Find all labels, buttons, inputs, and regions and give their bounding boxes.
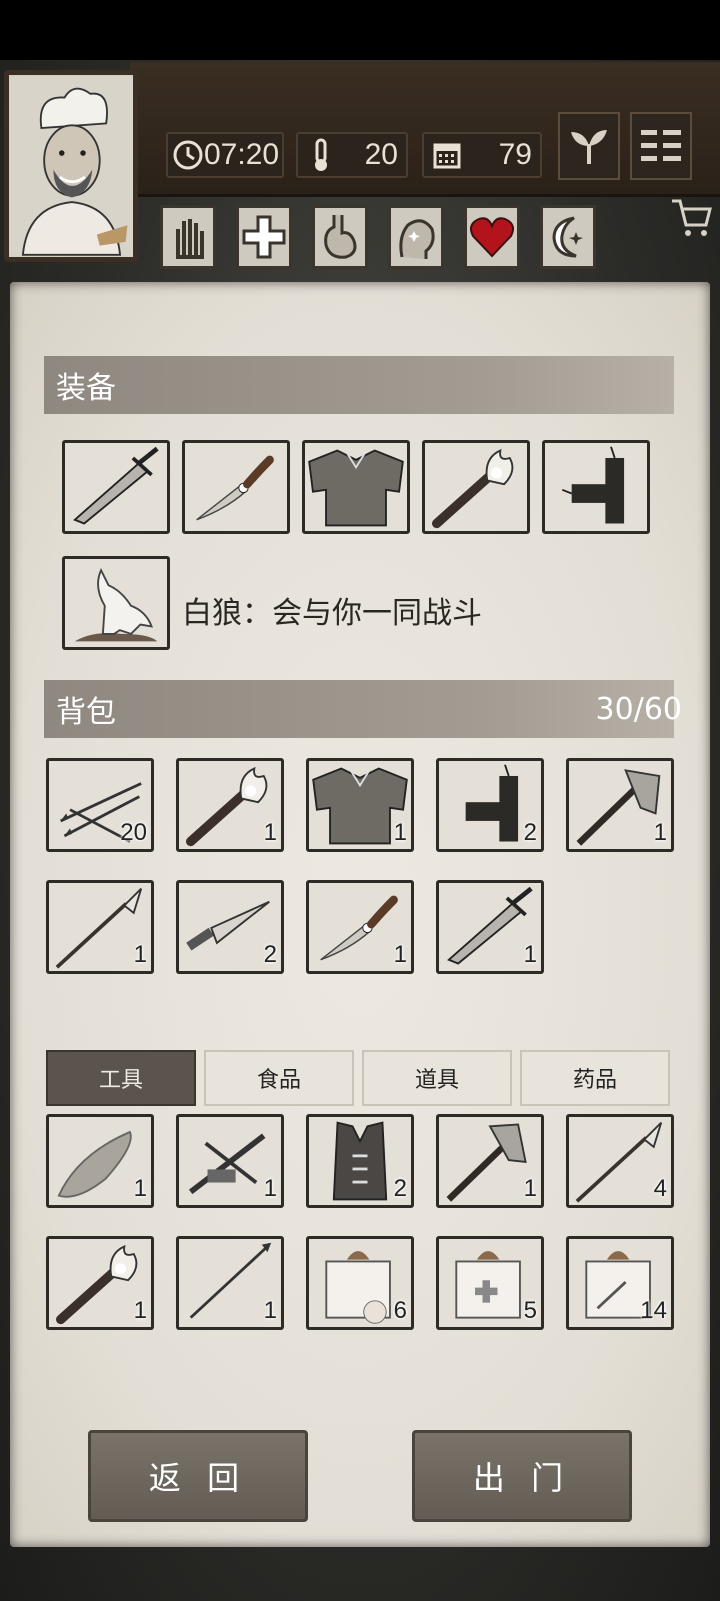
sleep-status-button[interactable] (540, 205, 596, 269)
menu-icon (641, 130, 681, 161)
chef-portrait-icon (9, 77, 133, 256)
torch-icon (432, 448, 514, 529)
moon-icon (552, 216, 583, 258)
hand-icon (176, 219, 204, 259)
item-quantity: 1 (523, 941, 537, 968)
backpack-slot-8[interactable]: 1 (306, 880, 414, 974)
hand-status-button[interactable] (160, 205, 216, 269)
shopping-cart-icon (672, 199, 712, 236)
backpack-slot-7[interactable]: 2 (176, 880, 284, 974)
storage-slot-6[interactable]: 1 (46, 1236, 154, 1330)
clock-icon (172, 136, 204, 174)
heart-icon (470, 217, 514, 258)
backpack-slot-5[interactable]: 1 (566, 758, 674, 852)
sprout-icon (571, 130, 607, 164)
time-display: 07:20 (166, 132, 284, 178)
backpack-slot-3[interactable]: 1 (306, 758, 414, 852)
tab-tools[interactable]: 工具 (46, 1050, 196, 1106)
item-quantity: 2 (523, 819, 537, 846)
item-quantity: 1 (263, 1175, 277, 1202)
backpack-capacity: 30/60 (595, 691, 682, 727)
item-quantity: 1 (263, 1297, 277, 1324)
equipment-header: 装备 (44, 356, 674, 414)
item-quantity: 5 (523, 1297, 537, 1324)
sanity-status-button[interactable] (388, 205, 444, 269)
storage-slot-1[interactable]: 1 (46, 1114, 154, 1208)
storage-slot-5[interactable]: 4 (566, 1114, 674, 1208)
backpack-slot-9[interactable]: 1 (436, 880, 544, 974)
equip-slot-light[interactable] (422, 440, 530, 534)
backpack-slot-1[interactable]: 20 (46, 758, 154, 852)
equip-slot-explosive[interactable] (542, 440, 650, 534)
item-quantity: 4 (653, 1175, 667, 1202)
storage-slot-7[interactable]: 1 (176, 1236, 284, 1330)
calendar-icon (428, 136, 466, 174)
item-quantity: 2 (393, 1175, 407, 1202)
storage-slot-4[interactable]: 1 (436, 1114, 544, 1208)
temperature-display: 20 (296, 132, 408, 178)
backpack-slot-2[interactable]: 1 (176, 758, 284, 852)
day-value: 79 (498, 138, 532, 171)
greatsword-icon (73, 446, 159, 525)
character-portrait[interactable] (4, 70, 138, 262)
backpack-header: 背包 30/60 (44, 680, 682, 738)
companion-slot[interactable] (62, 556, 170, 650)
item-quantity: 14 (640, 1297, 667, 1324)
hunger-status-button[interactable] (312, 205, 368, 269)
go-out-button[interactable]: 出 门 (412, 1430, 632, 1522)
item-quantity: 1 (523, 1175, 537, 1202)
storage-slot-10[interactable]: 14 (566, 1236, 674, 1330)
storage-slot-9[interactable]: 5 (436, 1236, 544, 1330)
item-quantity: 1 (393, 819, 407, 846)
temperature-value: 20 (364, 138, 398, 171)
item-quantity: 20 (120, 819, 147, 846)
menu-button[interactable] (630, 112, 692, 180)
companion-description: 白狼：会与你一同战斗 (182, 596, 482, 631)
day-display: 79 (422, 132, 542, 178)
heart-status-button[interactable] (464, 205, 520, 269)
item-quantity: 1 (393, 941, 407, 968)
back-button[interactable]: 返 回 (88, 1430, 308, 1522)
stomach-icon (324, 215, 357, 259)
item-quantity: 1 (653, 819, 667, 846)
firecracker-icon (561, 446, 625, 524)
tab-props[interactable]: 道具 (362, 1050, 512, 1106)
storage-slot-8[interactable]: 6 (306, 1236, 414, 1330)
shop-button[interactable] (670, 195, 714, 239)
head-icon (399, 219, 435, 259)
item-quantity: 6 (393, 1297, 407, 1324)
equip-slot-offhand[interactable] (182, 440, 290, 534)
chainmail-icon (308, 449, 404, 527)
storage-slot-2[interactable]: 1 (176, 1114, 284, 1208)
thermometer-icon (302, 136, 340, 174)
item-quantity: 1 (133, 1175, 147, 1202)
item-quantity: 1 (133, 1297, 147, 1324)
backpack-title: 背包 (56, 695, 116, 730)
storage-slot-3[interactable]: 2 (306, 1114, 414, 1208)
status-bar (0, 0, 720, 60)
equip-slot-weapon[interactable] (62, 440, 170, 534)
item-quantity: 2 (263, 941, 277, 968)
backpack-slot-6[interactable]: 1 (46, 880, 154, 974)
white-wolf-icon (74, 568, 158, 642)
crafting-button[interactable] (558, 112, 620, 180)
cross-icon (242, 215, 286, 259)
time-value: 07:20 (204, 138, 280, 171)
tab-food[interactable]: 食品 (204, 1050, 354, 1106)
equip-slot-armor[interactable] (302, 440, 410, 534)
health-status-button[interactable] (236, 205, 292, 269)
item-quantity: 1 (263, 819, 277, 846)
tab-medicine[interactable]: 药品 (520, 1050, 670, 1106)
equipment-title: 装备 (56, 371, 116, 406)
item-quantity: 1 (133, 941, 147, 968)
backpack-slot-4[interactable]: 2 (436, 758, 544, 852)
dagger-icon (196, 455, 274, 521)
